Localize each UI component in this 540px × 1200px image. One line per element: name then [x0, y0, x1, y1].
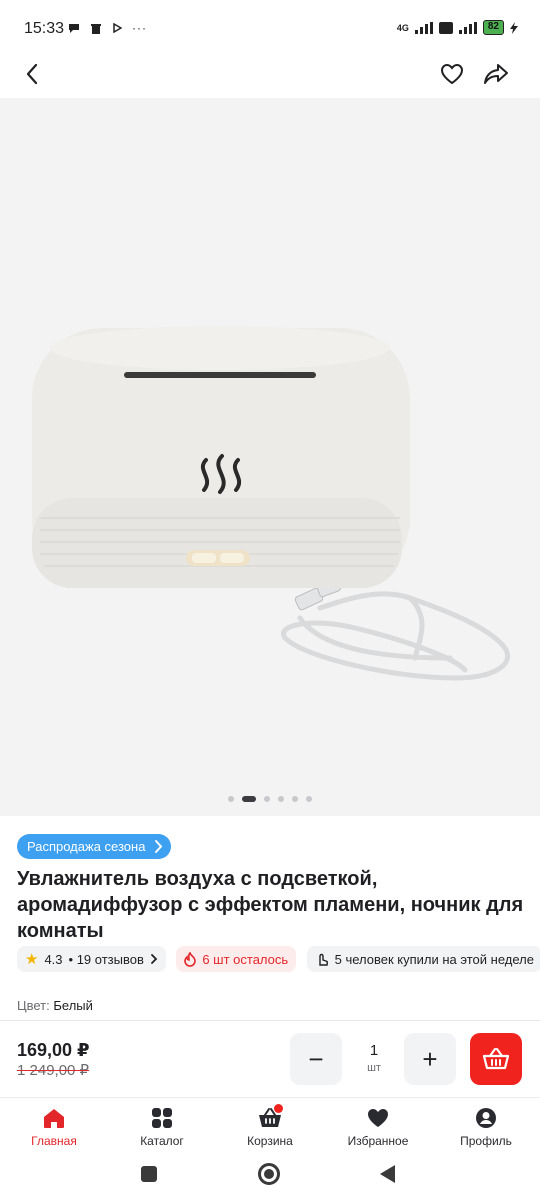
- pagination-dot[interactable]: [306, 796, 312, 802]
- rating-value: 4.3: [44, 951, 63, 967]
- hand-pointer-icon: [318, 953, 328, 966]
- nav-catalog-label: Каталог: [140, 1134, 184, 1148]
- current-price: 169,00 ₽: [17, 1040, 90, 1060]
- app-bar: [0, 56, 540, 96]
- bought-chip: 5 человек купили на этой неделе: [306, 946, 540, 972]
- heart-outline-icon: [440, 63, 464, 85]
- back-button[interactable]: [16, 58, 48, 90]
- more-notifications-icon: ···: [132, 21, 147, 35]
- profile-icon: [476, 1108, 496, 1128]
- stock-text: 6 шт осталось: [202, 951, 289, 967]
- share-icon: [484, 64, 508, 84]
- nav-home[interactable]: Главная: [0, 1098, 108, 1149]
- old-price: 1 249,00 ₽: [17, 1062, 90, 1079]
- signal-icon-2: [458, 21, 477, 34]
- status-bar: 15:33 ··· 4G 82: [0, 0, 540, 56]
- pagination-dot[interactable]: [278, 796, 284, 802]
- home-icon: [44, 1109, 64, 1128]
- pagination-dot[interactable]: [292, 796, 298, 802]
- quantity-unit: шт: [367, 1062, 381, 1074]
- increase-quantity-button[interactable]: +: [404, 1033, 456, 1085]
- recent-apps-icon[interactable]: [141, 1166, 157, 1182]
- pagination-dot[interactable]: [264, 796, 270, 802]
- color-selector[interactable]: Цвет: Белый: [17, 998, 93, 1013]
- status-time: 15:33: [24, 20, 65, 37]
- share-button[interactable]: [480, 58, 512, 90]
- nav-profile-label: Профиль: [460, 1134, 512, 1148]
- signal-icon: [414, 21, 433, 34]
- chevron-left-icon: [26, 63, 38, 85]
- fire-icon: [184, 951, 197, 967]
- product-chips: ★ 4.3 • 19 отзывов 6 шт осталось 5 челов…: [17, 946, 540, 972]
- nav-catalog[interactable]: Каталог: [108, 1098, 216, 1149]
- nav-cart-label: Корзина: [247, 1134, 293, 1148]
- chat-icon: [69, 24, 79, 33]
- promo-badge-label: Распродажа сезона: [27, 839, 146, 854]
- add-to-cart-button[interactable]: [470, 1033, 522, 1085]
- nav-favorites[interactable]: Избранное: [324, 1098, 432, 1149]
- nav-home-label: Главная: [31, 1134, 77, 1148]
- pagination-dot-active[interactable]: [242, 796, 256, 802]
- rating-chip[interactable]: ★ 4.3 • 19 отзывов: [17, 946, 166, 972]
- bottom-navigation: Главная Каталог Корзина Избранное Профил…: [0, 1097, 540, 1149]
- home-system-icon[interactable]: [258, 1163, 280, 1185]
- decrease-quantity-button[interactable]: −: [290, 1033, 342, 1085]
- trash-icon: [91, 23, 101, 34]
- gallery-pagination: [0, 796, 540, 802]
- color-label: Цвет:: [17, 998, 50, 1013]
- product-gallery[interactable]: [0, 98, 540, 816]
- stock-chip: 6 шт осталось: [176, 946, 297, 972]
- back-system-icon[interactable]: [380, 1165, 395, 1183]
- battery-indicator: 82: [482, 20, 504, 35]
- pagination-dot[interactable]: [228, 796, 234, 802]
- basket-icon: [482, 1047, 510, 1070]
- product-image: [32, 326, 510, 681]
- chevron-right-icon: [155, 840, 163, 853]
- color-value: Белый: [53, 998, 93, 1013]
- play-icon: [113, 23, 122, 33]
- favorite-button[interactable]: [436, 58, 468, 90]
- network-type: 4G: [396, 22, 409, 33]
- divider: [0, 1020, 540, 1021]
- system-navigation: [0, 1150, 540, 1200]
- volte-icon: [438, 21, 453, 34]
- bought-text: 5 человек купили на этой неделе: [334, 951, 534, 967]
- product-title: Увлажнитель воздуха с подсветкой, аромад…: [17, 868, 524, 942]
- cart-badge-dot: [274, 1104, 283, 1113]
- status-right: 4G 82: [397, 20, 518, 35]
- reviews-count: • 19 отзывов: [68, 951, 144, 967]
- notification-icons: ···: [68, 21, 147, 35]
- promo-badge[interactable]: Распродажа сезона: [17, 834, 172, 859]
- nav-favorites-label: Избранное: [347, 1134, 409, 1148]
- catalog-grid-icon: [152, 1108, 172, 1128]
- charging-icon: [510, 21, 518, 34]
- chevron-right-icon: [150, 954, 158, 964]
- quantity-value: 1: [369, 1042, 379, 1059]
- nav-cart[interactable]: Корзина: [216, 1098, 324, 1149]
- heart-icon: [368, 1109, 388, 1127]
- nav-profile[interactable]: Профиль: [432, 1098, 540, 1149]
- star-icon: ★: [25, 951, 39, 968]
